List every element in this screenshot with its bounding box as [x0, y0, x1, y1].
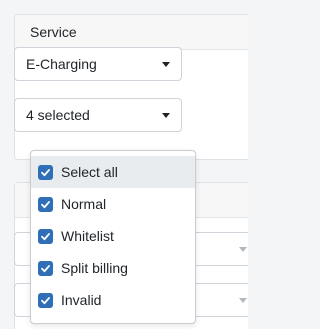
checkbox-icon[interactable] [38, 292, 53, 308]
service-select[interactable]: E-Charging [14, 47, 182, 81]
chevron-down-icon [239, 298, 247, 303]
chevron-down-icon [239, 247, 247, 252]
service-card: Service [14, 14, 248, 160]
service-select-value: E-Charging [26, 56, 97, 72]
menu-item-split-billing[interactable]: Split billing [31, 252, 195, 284]
menu-item-label: Whitelist [61, 228, 114, 244]
checkbox-icon[interactable] [38, 228, 53, 244]
page: Service E-Charging 4 selected Select all… [0, 0, 248, 329]
menu-item-label: Normal [61, 196, 107, 212]
menu-item-normal[interactable]: Normal [31, 188, 195, 220]
menu-item-label: Select all [61, 164, 118, 180]
checkbox-icon[interactable] [38, 260, 53, 276]
service-card-title: Service [15, 15, 248, 50]
chevron-down-icon [162, 61, 170, 67]
menu-item-label: Split billing [61, 260, 128, 276]
checkbox-icon[interactable] [38, 196, 53, 212]
menu-item-label: Invalid [61, 292, 102, 308]
menu-item-invalid[interactable]: Invalid [31, 284, 195, 316]
menu-item-whitelist[interactable]: Whitelist [31, 220, 195, 252]
status-multiselect-value: 4 selected [26, 107, 90, 123]
menu-item-select-all[interactable]: Select all [31, 156, 195, 188]
status-dropdown-menu: Select all Normal Whitelist Split billing In… [30, 150, 196, 324]
chevron-down-icon [162, 112, 170, 118]
checkbox-icon[interactable] [38, 164, 53, 180]
status-multiselect[interactable]: 4 selected [14, 98, 182, 132]
